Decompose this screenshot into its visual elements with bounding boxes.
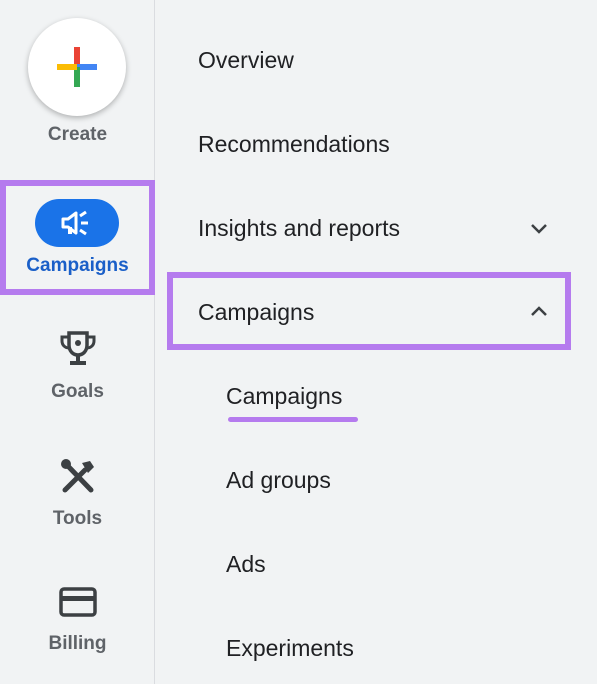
rail-item-goals-label: Goals	[51, 381, 104, 402]
sub-item-ads[interactable]: Ads	[226, 551, 266, 578]
credit-card-icon	[58, 587, 97, 617]
rail-item-campaigns-pill	[35, 199, 119, 247]
chevron-down-icon[interactable]	[527, 216, 551, 240]
megaphone-icon	[61, 210, 88, 236]
active-sub-item-underline	[228, 417, 358, 422]
navigation-rail: Create Campaigns Goals Tools Billing	[0, 0, 155, 684]
sub-item-campaigns[interactable]: Campaigns	[226, 383, 342, 410]
nav-item-recommendations[interactable]: Recommendations	[198, 131, 390, 158]
nav-campaigns-highlight	[167, 272, 571, 350]
rail-item-campaigns-label: Campaigns	[26, 255, 129, 276]
create-button[interactable]	[28, 18, 126, 116]
sub-item-ad-groups[interactable]: Ad groups	[226, 467, 331, 494]
create-label: Create	[47, 124, 108, 145]
rail-item-tools-label: Tools	[52, 508, 103, 529]
rail-item-billing-label: Billing	[48, 633, 107, 654]
trophy-icon	[60, 331, 95, 365]
rail-item-billing[interactable]: Billing	[0, 582, 155, 672]
nav-item-overview[interactable]: Overview	[198, 47, 294, 74]
rail-item-tools[interactable]: Tools	[0, 455, 155, 545]
plus-icon	[57, 47, 97, 87]
rail-item-goals[interactable]: Goals	[0, 325, 155, 415]
rail-item-campaigns[interactable]: Campaigns	[0, 180, 155, 295]
nav-item-insights-and-reports[interactable]: Insights and reports	[198, 215, 400, 242]
tools-icon	[60, 459, 94, 493]
sub-item-experiments[interactable]: Experiments	[226, 635, 354, 662]
